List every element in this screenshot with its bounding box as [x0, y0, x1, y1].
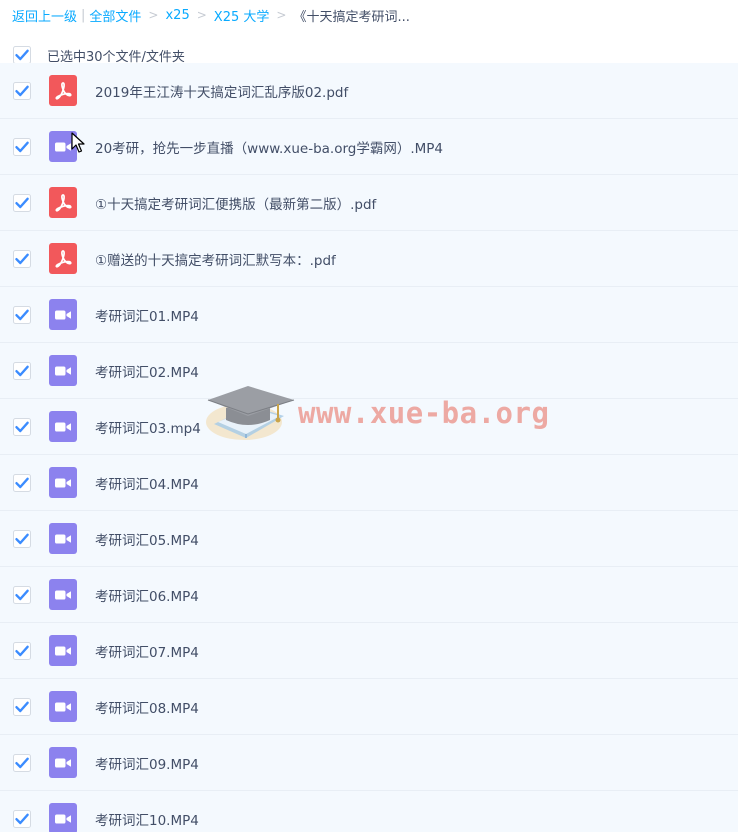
breadcrumb-x25-university[interactable]: X25 大学 — [214, 6, 270, 25]
file-name[interactable]: ①十天搞定考研词汇便携版（最新第二版）.pdf — [95, 193, 376, 213]
file-row[interactable]: 考研词汇04.MP4 — [0, 455, 738, 511]
checkmark-icon — [13, 810, 31, 828]
checkmark-icon — [13, 46, 31, 64]
camera-glyph — [55, 422, 71, 431]
breadcrumb-all-files[interactable]: 全部文件 — [89, 6, 141, 25]
file-checkbox[interactable] — [13, 474, 31, 492]
video-file-icon — [49, 355, 77, 386]
file-row[interactable]: 考研词汇03.mp4 — [0, 399, 738, 455]
mouse-pointer-icon — [71, 132, 85, 153]
acrobat-glyph — [55, 81, 72, 100]
breadcrumb-separator: > — [276, 8, 287, 22]
file-checkbox[interactable] — [13, 642, 31, 660]
pdf-file-icon — [49, 75, 77, 106]
file-checkbox[interactable] — [13, 810, 31, 828]
file-name[interactable]: 20考研，抢先一步直播（www.xue-ba.org学霸网）.MP4 — [95, 137, 443, 157]
camera-glyph — [55, 702, 71, 711]
file-checkbox[interactable] — [13, 138, 31, 156]
checkmark-icon — [13, 474, 31, 492]
file-checkbox[interactable] — [13, 194, 31, 212]
file-name[interactable]: 考研词汇02.MP4 — [95, 361, 199, 381]
acrobat-glyph — [55, 249, 72, 268]
video-file-icon — [49, 299, 77, 330]
video-file-icon — [49, 803, 77, 832]
file-row[interactable]: ①十天搞定考研词汇便携版（最新第二版）.pdf — [0, 175, 738, 231]
file-row[interactable]: 考研词汇01.MP4 — [0, 287, 738, 343]
camera-glyph — [55, 142, 71, 151]
file-checkbox[interactable] — [13, 586, 31, 604]
file-row[interactable]: 考研词汇10.MP4 — [0, 791, 738, 832]
file-list: 2019年王江涛十天搞定词汇乱序版02.pdf 20考研，抢先一步直播（www.x… — [0, 63, 738, 832]
file-row[interactable]: 考研词汇08.MP4 — [0, 679, 738, 735]
video-file-icon — [49, 691, 77, 722]
acrobat-glyph — [55, 193, 72, 212]
file-name[interactable]: 考研词汇09.MP4 — [95, 753, 199, 773]
camera-glyph — [55, 310, 71, 319]
pdf-file-icon — [49, 187, 77, 218]
breadcrumb-x25[interactable]: x25 — [165, 8, 189, 23]
breadcrumb-divider: | — [81, 7, 86, 23]
back-link[interactable]: 返回上一级 — [12, 6, 77, 25]
camera-glyph — [55, 758, 71, 767]
camera-glyph — [55, 534, 71, 543]
checkmark-icon — [13, 194, 31, 212]
checkmark-icon — [13, 586, 31, 604]
select-all-checkbox[interactable] — [13, 46, 31, 64]
file-checkbox[interactable] — [13, 82, 31, 100]
camera-glyph — [55, 646, 71, 655]
checkmark-icon — [13, 698, 31, 716]
breadcrumb-current-folder: 《十天搞定考研词... — [293, 9, 410, 25]
checkmark-icon — [13, 138, 31, 156]
breadcrumb-separator: > — [196, 8, 207, 22]
pdf-file-icon — [49, 243, 77, 274]
file-checkbox[interactable] — [13, 362, 31, 380]
file-name[interactable]: 考研词汇07.MP4 — [95, 641, 199, 661]
file-checkbox[interactable] — [13, 418, 31, 436]
camera-glyph — [55, 814, 71, 823]
file-name[interactable]: 考研词汇01.MP4 — [95, 305, 199, 325]
checkmark-icon — [13, 82, 31, 100]
file-name[interactable]: ①赠送的十天搞定考研词汇默写本：.pdf — [95, 249, 336, 269]
file-row[interactable]: ①赠送的十天搞定考研词汇默写本：.pdf — [0, 231, 738, 287]
video-file-icon — [49, 579, 77, 610]
file-row[interactable]: 考研词汇02.MP4 — [0, 343, 738, 399]
file-checkbox[interactable] — [13, 698, 31, 716]
video-file-icon — [49, 747, 77, 778]
checkmark-icon — [13, 418, 31, 436]
file-name[interactable]: 考研词汇03.mp4 — [95, 417, 201, 437]
file-row[interactable]: 考研词汇07.MP4 — [0, 623, 738, 679]
file-checkbox[interactable] — [13, 250, 31, 268]
file-row[interactable]: 20考研，抢先一步直播（www.xue-ba.org学霸网）.MP4 — [0, 119, 738, 175]
checkmark-icon — [13, 306, 31, 324]
file-name[interactable]: 考研词汇05.MP4 — [95, 529, 199, 549]
file-checkbox[interactable] — [13, 530, 31, 548]
checkmark-icon — [13, 754, 31, 772]
file-name[interactable]: 考研词汇06.MP4 — [95, 585, 199, 605]
file-row[interactable]: 考研词汇09.MP4 — [0, 735, 738, 791]
file-name[interactable]: 考研词汇10.MP4 — [95, 809, 199, 829]
file-row[interactable]: 考研词汇06.MP4 — [0, 567, 738, 623]
camera-glyph — [55, 590, 71, 599]
file-row[interactable]: 2019年王江涛十天搞定词汇乱序版02.pdf — [0, 63, 738, 119]
camera-glyph — [55, 366, 71, 375]
video-file-icon — [49, 411, 77, 442]
checkmark-icon — [13, 362, 31, 380]
video-file-icon — [49, 523, 77, 554]
file-name[interactable]: 2019年王江涛十天搞定词汇乱序版02.pdf — [95, 81, 348, 101]
breadcrumb: 返回上一级 | 全部文件 > x25 > X25 大学 > 《十天搞定考研词..… — [12, 5, 410, 25]
file-name[interactable]: 考研词汇08.MP4 — [95, 697, 199, 717]
checkmark-icon — [13, 250, 31, 268]
breadcrumb-separator: > — [148, 8, 159, 22]
checkmark-icon — [13, 642, 31, 660]
file-checkbox[interactable] — [13, 306, 31, 324]
file-name[interactable]: 考研词汇04.MP4 — [95, 473, 199, 493]
video-file-icon — [49, 635, 77, 666]
camera-glyph — [55, 478, 71, 487]
file-checkbox[interactable] — [13, 754, 31, 772]
video-file-icon — [49, 467, 77, 498]
file-row[interactable]: 考研词汇05.MP4 — [0, 511, 738, 567]
checkmark-icon — [13, 530, 31, 548]
